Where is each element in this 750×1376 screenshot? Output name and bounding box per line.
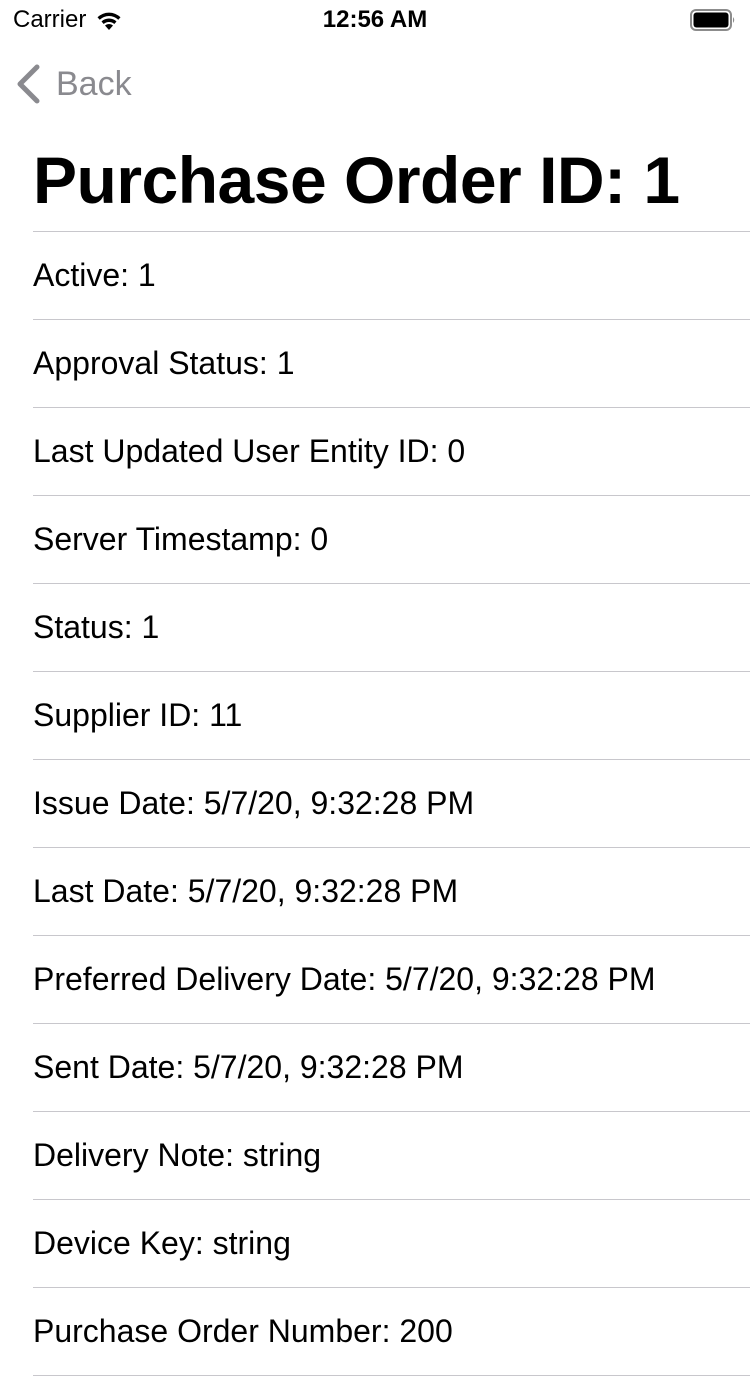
field-label: Purchase Order Number bbox=[33, 1313, 399, 1350]
field-value: 0 bbox=[310, 521, 329, 557]
status-time: 12:56 AM bbox=[322, 6, 428, 33]
list-item: Preferred Delivery Date5/7/20, 9:32:28 P… bbox=[33, 936, 750, 1024]
field-value: 5/7/20, 9:32:28 PM bbox=[385, 961, 656, 997]
list-item: Supplier ID11 bbox=[33, 672, 750, 760]
field-label: Issue Date bbox=[33, 785, 204, 822]
field-label: Status bbox=[33, 609, 142, 646]
list-item: Purchase Order Number200 bbox=[33, 1288, 750, 1376]
field-value: 0 bbox=[447, 433, 466, 469]
field-value: string bbox=[212, 1225, 291, 1261]
field-label: Sent Date bbox=[33, 1049, 193, 1086]
field-label: Preferred Delivery Date bbox=[33, 961, 385, 998]
list-item: Device Keystring bbox=[33, 1200, 750, 1288]
list-item: Last Date5/7/20, 9:32:28 PM bbox=[33, 848, 750, 936]
field-label: Last Updated User Entity ID bbox=[33, 433, 447, 470]
back-label: Back bbox=[56, 65, 132, 103]
list-item: Status1 bbox=[33, 584, 750, 672]
list-item: Issue Date5/7/20, 9:32:28 PM bbox=[33, 760, 750, 848]
list-item: Approval Status1 bbox=[33, 320, 750, 408]
field-value: 1 bbox=[141, 609, 160, 645]
list-item: Last Updated User Entity ID0 bbox=[33, 408, 750, 496]
field-value: 5/7/20, 9:32:28 PM bbox=[187, 873, 459, 909]
field-label: Server Timestamp bbox=[33, 521, 310, 558]
detail-list: Active1Approval Status1Last Updated User… bbox=[33, 231, 750, 1376]
list-item: Active1 bbox=[33, 232, 750, 320]
field-value: 11 bbox=[209, 697, 243, 733]
status-bar: Carrier 12:56 AM bbox=[0, 0, 750, 40]
field-label: Active bbox=[33, 257, 138, 294]
field-label: Supplier ID bbox=[33, 697, 209, 734]
field-value: 200 bbox=[399, 1313, 453, 1349]
field-label: Last Date bbox=[33, 873, 188, 910]
field-label: Approval Status bbox=[33, 345, 277, 382]
battery-icon bbox=[690, 9, 735, 31]
field-value: 1 bbox=[137, 257, 156, 293]
field-label: Device Key bbox=[33, 1225, 213, 1262]
page-title: Purchase Order ID: 1 bbox=[33, 143, 680, 217]
field-value: 1 bbox=[276, 345, 295, 381]
field-value: 5/7/20, 9:32:28 PM bbox=[203, 785, 475, 821]
field-value: string bbox=[242, 1137, 322, 1173]
field-label: Delivery Note bbox=[33, 1137, 243, 1174]
back-button[interactable]: Back bbox=[0, 58, 300, 110]
list-item: Delivery Notestring bbox=[33, 1112, 750, 1200]
list-item: Server Timestamp0 bbox=[33, 496, 750, 584]
chevron-left-icon bbox=[17, 64, 40, 104]
list-item: Sent Date5/7/20, 9:32:28 PM bbox=[33, 1024, 750, 1112]
field-value: 5/7/20, 9:32:28 PM bbox=[193, 1049, 464, 1085]
